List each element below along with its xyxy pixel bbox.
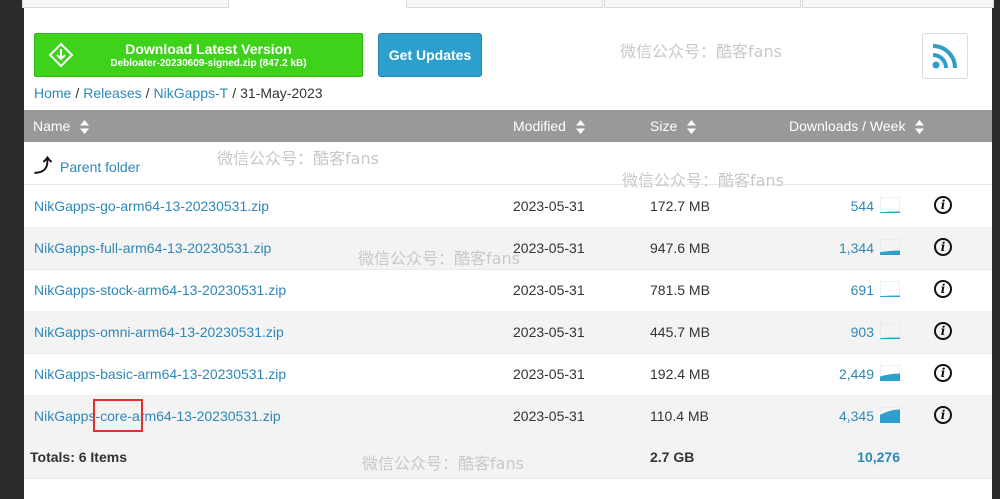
watermark: 微信公众号：酷客fans	[362, 454, 524, 473]
weekly-downloads-link[interactable]: 544	[794, 185, 874, 227]
rss-feed-button[interactable]	[922, 33, 968, 79]
download-filename: Debloater-20230609-signed.zip (847.2 kB)	[110, 58, 307, 69]
watermark: 微信公众号：酷客fans	[622, 171, 784, 190]
breadcrumb-separator: /	[75, 85, 80, 101]
file-modified: 2023-05-31	[513, 408, 585, 424]
column-modified-label: Modified	[513, 118, 566, 134]
info-icon[interactable]: i	[934, 280, 952, 298]
breadcrumb: Home / Releases / NikGapps-T/31-May-2023	[34, 85, 323, 101]
sort-icon	[575, 120, 585, 135]
top-tab-strip	[22, 0, 994, 8]
parent-folder-label: Parent folder	[60, 159, 141, 175]
up-arrow-icon: ⤴	[34, 156, 52, 176]
column-downloads-label: Downloads / Week	[789, 118, 906, 134]
tab-stub[interactable]	[22, 0, 229, 8]
column-size-header[interactable]: Size	[650, 110, 697, 142]
rss-icon	[932, 44, 957, 69]
column-modified-header[interactable]: Modified	[513, 110, 585, 142]
info-icon[interactable]: i	[934, 238, 952, 256]
file-name-link[interactable]: NikGapps-full-arm64-13-20230531.zip	[34, 227, 271, 269]
column-name-header[interactable]: Name	[33, 110, 90, 142]
file-size: 781.5 MB	[650, 282, 710, 298]
column-name-label: Name	[33, 118, 71, 134]
file-name-link[interactable]: NikGapps-omni-arm64-13-20230531.zip	[34, 311, 284, 353]
info-icon[interactable]: i	[934, 406, 952, 424]
tab-stub[interactable]	[406, 0, 603, 8]
table-row: NikGapps-go-arm64-13-20230531.zip 2023-05…	[24, 185, 992, 228]
weekly-downloads-link[interactable]: 2,449	[794, 353, 874, 395]
highlight-box	[93, 399, 143, 432]
file-modified: 2023-05-31	[513, 240, 585, 256]
download-chart-icon[interactable]	[880, 197, 900, 213]
sort-icon	[80, 120, 90, 135]
table-row: NikGapps-omni-arm64-13-20230531.zip 2023-…	[24, 311, 992, 354]
download-chart-icon[interactable]	[880, 407, 900, 423]
tab-stub[interactable]	[802, 0, 994, 8]
file-size: 110.4 MB	[650, 408, 709, 424]
files-page: Download Latest Version Debloater-202306…	[22, 0, 994, 499]
breadcrumb-releases[interactable]: Releases	[83, 85, 141, 101]
sort-icon	[915, 120, 925, 135]
download-chart-icon[interactable]	[880, 323, 900, 339]
table-row: NikGapps-stock-arm64-13-20230531.zip 2023…	[24, 269, 992, 312]
sort-icon	[687, 120, 697, 135]
breadcrumb-current: 31-May-2023	[240, 85, 323, 101]
download-title: Download Latest Version	[125, 41, 292, 57]
file-name-link[interactable]: NikGapps-go-arm64-13-20230531.zip	[34, 185, 269, 227]
file-modified: 2023-05-31	[513, 366, 585, 382]
table-row: NikGapps-core-arm64-13-20230531.zip 2023-…	[24, 395, 992, 438]
weekly-downloads-link[interactable]: 691	[794, 269, 874, 311]
file-modified: 2023-05-31	[513, 198, 585, 214]
get-updates-button[interactable]: Get Updates	[378, 33, 482, 77]
info-icon[interactable]: i	[934, 364, 952, 382]
totals-size: 2.7 GB	[650, 449, 695, 465]
file-name-link[interactable]: NikGapps-core-arm64-13-20230531.zip	[34, 395, 281, 437]
totals-downloads[interactable]: 10,276	[820, 436, 900, 478]
file-size: 172.7 MB	[650, 198, 710, 214]
file-modified: 2023-05-31	[513, 282, 585, 298]
parent-folder-link[interactable]: ⤴ Parent folder	[34, 152, 140, 178]
info-icon[interactable]: i	[934, 196, 952, 214]
download-chart-icon[interactable]	[880, 281, 900, 297]
column-downloads-header[interactable]: Downloads / Week	[789, 110, 925, 142]
file-modified: 2023-05-31	[513, 324, 585, 340]
download-latest-button[interactable]: Download Latest Version Debloater-202306…	[34, 33, 363, 77]
parent-folder-row	[24, 142, 992, 185]
file-size: 947.6 MB	[650, 240, 710, 256]
info-icon[interactable]: i	[934, 322, 952, 340]
file-size: 445.7 MB	[650, 324, 710, 340]
file-name-link[interactable]: NikGapps-stock-arm64-13-20230531.zip	[34, 269, 286, 311]
breadcrumb-folder[interactable]: NikGapps-T	[154, 85, 229, 101]
download-chart-icon[interactable]	[880, 239, 900, 255]
weekly-downloads-link[interactable]: 903	[794, 311, 874, 353]
table-header: Name Modified Size Downloads / Week	[24, 110, 992, 142]
tab-stub[interactable]	[604, 0, 801, 8]
breadcrumb-home[interactable]: Home	[34, 85, 71, 101]
breadcrumb-separator: /	[232, 85, 237, 101]
breadcrumb-separator: /	[145, 85, 150, 101]
watermark: 微信公众号：酷客fans	[217, 149, 379, 168]
table-row: NikGapps-basic-arm64-13-20230531.zip 2023…	[24, 353, 992, 396]
download-chart-icon[interactable]	[880, 365, 900, 381]
watermark: 微信公众号：酷客fans	[620, 42, 782, 61]
file-size: 192.4 MB	[650, 366, 710, 382]
weekly-downloads-link[interactable]: 4,345	[794, 395, 874, 437]
file-name-link[interactable]: NikGapps-basic-arm64-13-20230531.zip	[34, 353, 286, 395]
watermark: 微信公众号：酷客fans	[358, 249, 520, 268]
totals-label: Totals: 6 Items	[30, 449, 127, 465]
weekly-downloads-link[interactable]: 1,344	[794, 227, 874, 269]
column-size-label: Size	[650, 118, 678, 134]
